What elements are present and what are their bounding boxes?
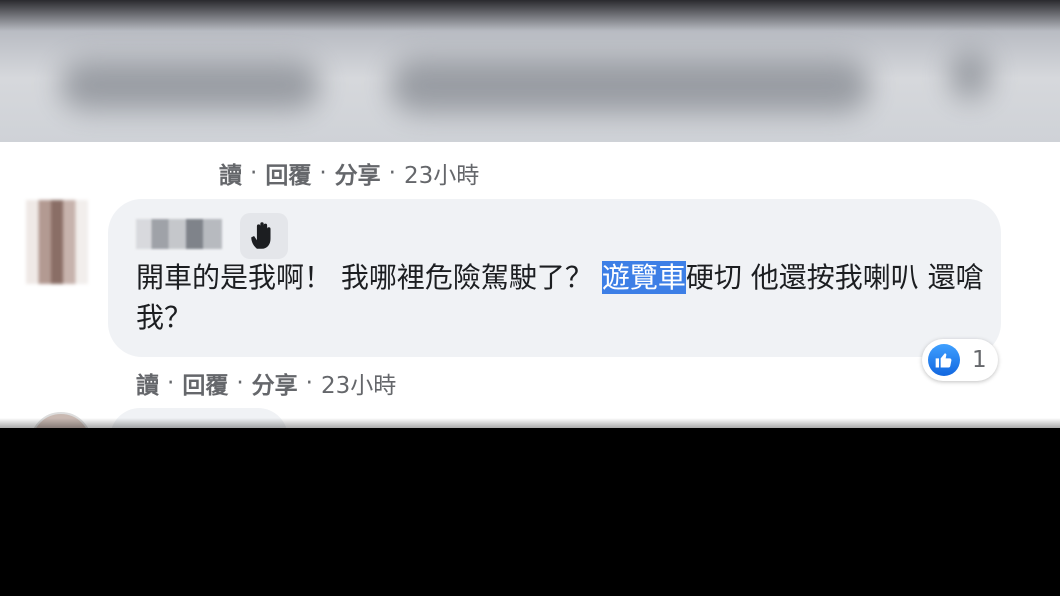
separator: · [167,370,175,396]
timestamp[interactable]: 23小時 [404,156,479,190]
separator: · [388,160,396,186]
blurred-previous-comment [0,0,1060,142]
comment-text: 開車的是我啊！ 我哪裡危險駕駛了？ 遊覽車硬切 他還按我喇叭 還嗆我？ [136,258,986,338]
reaction-summary[interactable]: 1 [922,339,998,381]
author-name-pixelated[interactable] [136,219,222,249]
previous-comment-actions: 讀 · 回覆 · 分享 · 23小時 [219,156,479,190]
separator: · [250,160,258,186]
blurred-text [390,58,870,113]
share-action[interactable]: 分享 [252,366,298,400]
separator: · [236,370,244,396]
read-action[interactable]: 讀 [136,366,159,400]
timestamp[interactable]: 23小時 [321,366,396,400]
comment-actions: 讀 · 回覆 · 分享 · 23小時 [136,366,396,400]
comment-feed: 讀 · 回覆 · 分享 · 23小時 開車的是我啊！ 我哪裡危險駕駛了？ 遊覽車… [0,142,1060,428]
blurred-name [60,60,320,110]
separator: · [305,370,313,396]
avatar[interactable] [26,200,88,284]
read-action[interactable]: 讀 [219,156,242,190]
screenshot-frame: 讀 · 回覆 · 分享 · 23小時 開車的是我啊！ 我哪裡危險駕駛了？ 遊覽車… [0,0,1060,596]
like-icon [928,344,960,376]
reply-action[interactable]: 回覆 [265,156,311,190]
thumbs-up-icon [935,353,952,368]
separator: · [319,160,327,186]
selected-text: 遊覽車 [601,261,686,294]
share-action[interactable]: 分享 [335,156,381,190]
waving-hand-icon [251,222,271,249]
blurred-glyph [950,50,990,100]
comment-text-start: 開車的是我啊！ 我哪裡危險駕駛了？ [136,261,602,294]
bottom-black-bar [0,418,1060,448]
reply-action[interactable]: 回覆 [182,366,228,400]
author-badge[interactable] [240,213,288,259]
like-count: 1 [972,347,987,373]
